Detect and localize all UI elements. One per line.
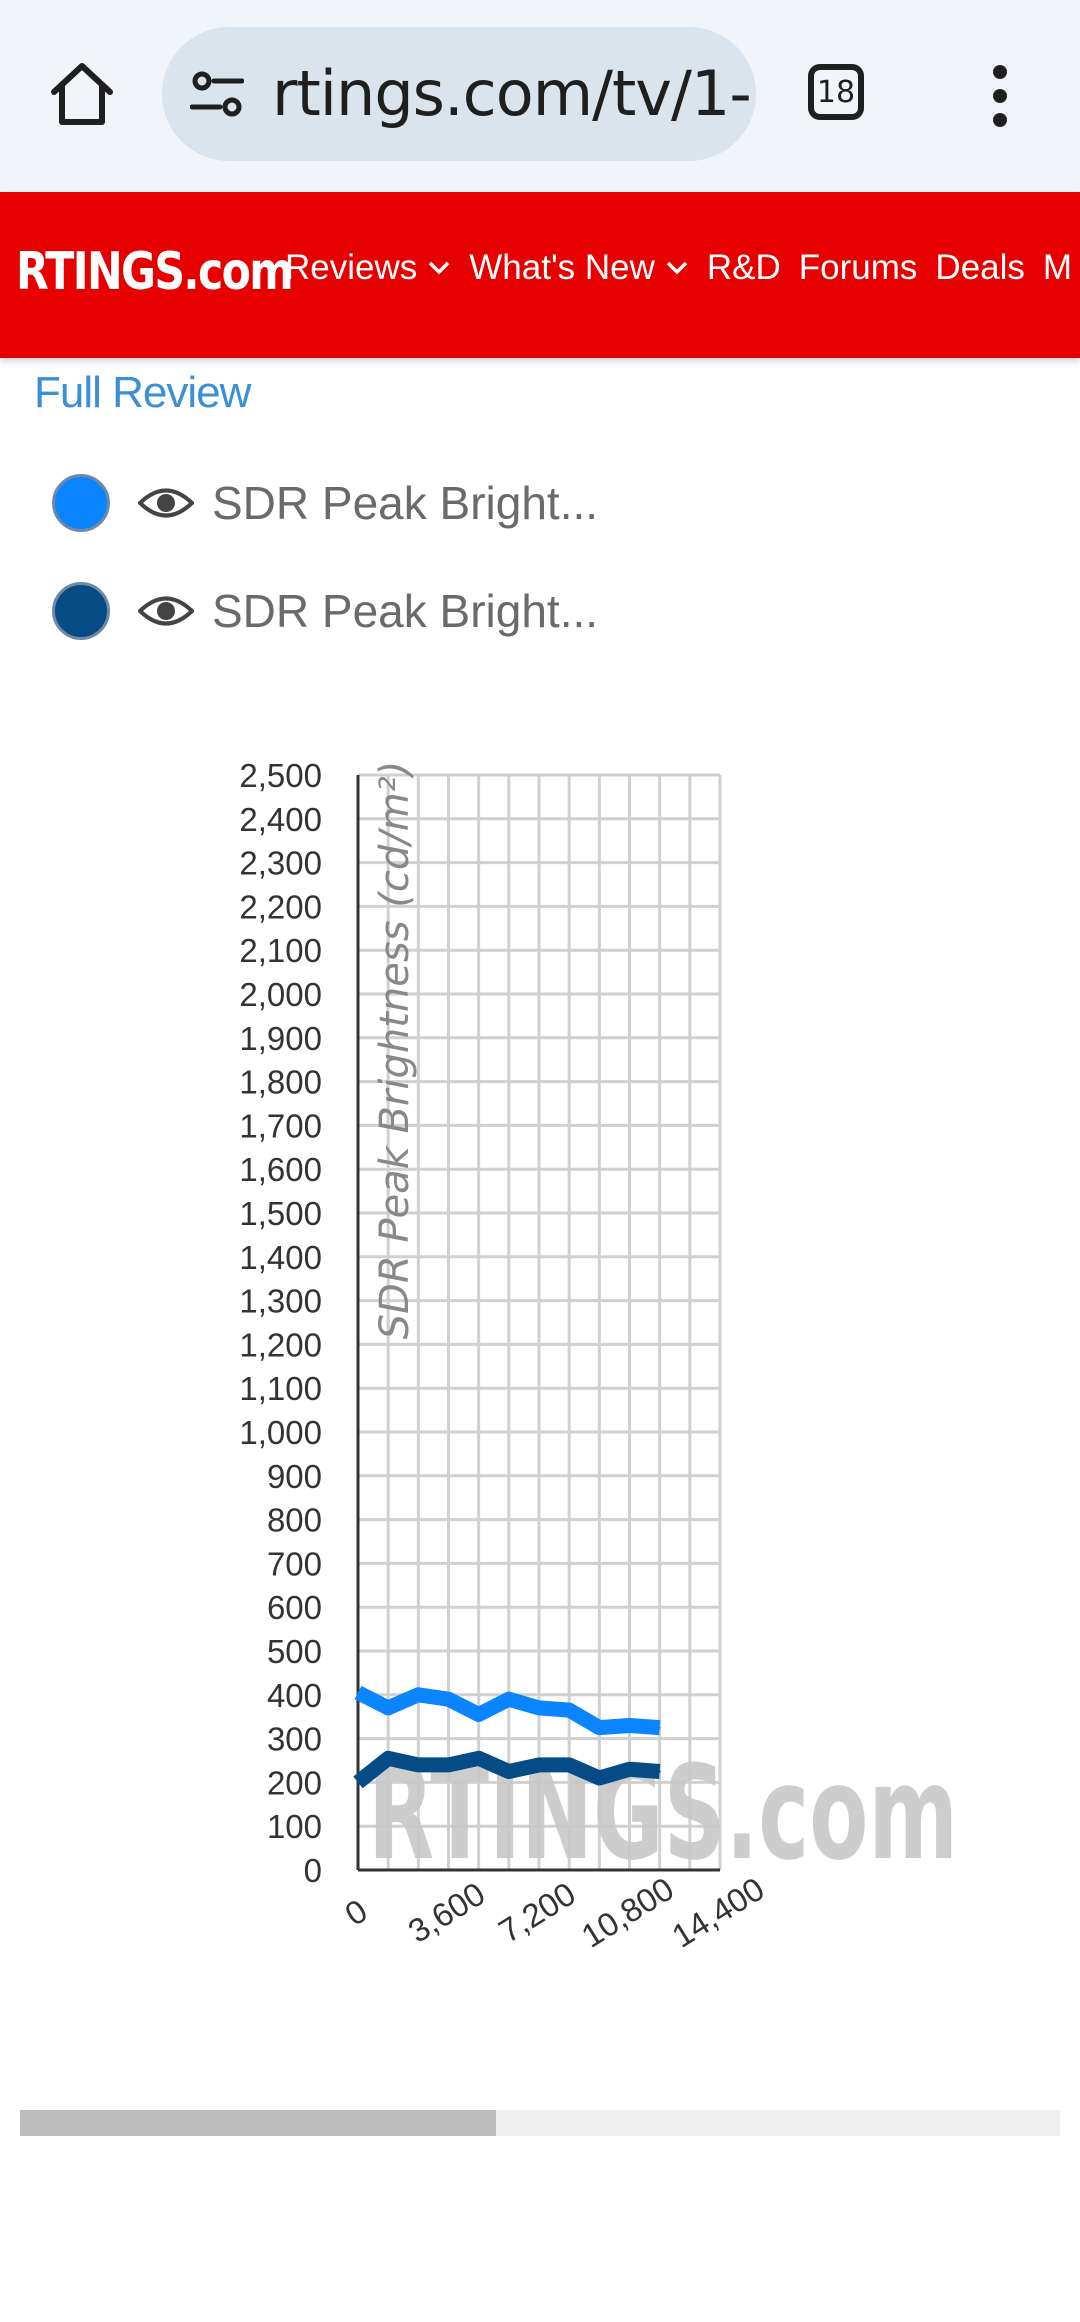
data-point [477, 1757, 480, 1760]
y-tick-label: 1,400 [239, 1239, 322, 1276]
data-point [357, 1781, 359, 1784]
y-tick-label: 1,300 [239, 1283, 322, 1320]
nav-item-label: Deals [935, 248, 1025, 287]
eye-icon[interactable] [138, 592, 194, 630]
data-point [658, 1726, 661, 1729]
url-text[interactable]: rtings.com/tv/1- [272, 57, 752, 130]
nav-item-label: Reviews [285, 248, 418, 287]
data-point [387, 1757, 390, 1760]
y-tick-label: 1,800 [239, 1064, 322, 1101]
y-tick-label: 800 [267, 1502, 322, 1539]
site-settings-icon[interactable] [190, 69, 244, 119]
legend-label: SDR Peak Bright... [212, 585, 599, 637]
legend-item[interactable]: SDR Peak Bright... [52, 580, 652, 644]
legend-color-swatch[interactable] [52, 582, 110, 640]
y-tick-label: 1,200 [239, 1326, 322, 1363]
y-tick-label: 1,700 [239, 1107, 322, 1144]
eye-icon[interactable] [138, 484, 194, 522]
x-tick-label: 0 [338, 1892, 373, 1933]
browser-toolbar: rtings.com/tv/1- 18 [0, 0, 1080, 192]
data-point [538, 1763, 540, 1766]
y-tick-label: 2,200 [239, 888, 322, 925]
data-point [417, 1693, 420, 1696]
y-tick-label: 1,500 [239, 1195, 322, 1232]
y-tick-label: 400 [267, 1677, 322, 1714]
y-tick-label: 700 [267, 1545, 322, 1582]
nav-item-deals[interactable]: Deals [935, 248, 1024, 288]
y-tick-label: 0 [304, 1852, 322, 1889]
y-tick-label: 300 [267, 1721, 322, 1758]
nav-item-more[interactable]: M [1043, 248, 1072, 288]
data-point [447, 1698, 450, 1701]
y-tick-label: 2,500 [239, 757, 322, 794]
chevron-down-icon [429, 261, 450, 275]
y-tick-label: 2,400 [239, 801, 322, 838]
data-point [658, 1770, 661, 1773]
data-point [417, 1763, 420, 1766]
y-tick-label: 1,000 [239, 1414, 322, 1451]
data-point [598, 1726, 601, 1729]
y-axis-title: SDR Peak Brightness (cd/m²) [372, 761, 418, 1340]
data-point [507, 1698, 510, 1701]
data-point [447, 1763, 450, 1766]
data-point [568, 1763, 571, 1766]
y-tick-label: 500 [267, 1633, 322, 1670]
legend-label: SDR Peak Bright... [212, 477, 599, 529]
data-point [628, 1768, 631, 1771]
y-tick-label: 100 [267, 1808, 322, 1845]
data-point [628, 1724, 631, 1727]
nav-item-label: Forums [798, 248, 918, 287]
nav-item-rd[interactable]: R&D [707, 248, 781, 288]
address-bar[interactable]: rtings.com/tv/1- [162, 27, 756, 161]
full-review-link[interactable]: Full Review [34, 368, 251, 418]
data-point [568, 1709, 571, 1712]
home-icon[interactable] [44, 56, 120, 132]
more-options-icon[interactable] [980, 62, 1020, 130]
y-tick-label: 600 [267, 1589, 322, 1626]
nav-item-forums[interactable]: Forums [799, 248, 918, 288]
chevron-down-icon [666, 261, 688, 275]
tab-count: 18 [816, 74, 856, 110]
y-tick-label: 200 [267, 1764, 322, 1801]
data-point [538, 1706, 540, 1709]
data-point [507, 1770, 510, 1773]
y-tick-label: 2,300 [239, 845, 322, 882]
main-nav: Reviews What's New R&D Forums Deals M [285, 248, 1080, 288]
y-tick-label: 900 [267, 1458, 322, 1495]
data-point [598, 1777, 601, 1780]
data-point [387, 1706, 390, 1709]
horizontal-scrollbar[interactable] [20, 2110, 1060, 2136]
nav-item-label: What's New [469, 248, 655, 287]
y-tick-label: 1,100 [239, 1370, 322, 1407]
y-tick-label: 2,000 [239, 976, 322, 1013]
data-point [357, 1691, 359, 1694]
y-tick-label: 1,900 [239, 1020, 322, 1057]
legend-item[interactable]: SDR Peak Bright... [52, 472, 652, 536]
data-point [477, 1713, 480, 1716]
scrollbar-thumb[interactable] [20, 2110, 496, 2136]
tab-switcher-button[interactable]: 18 [808, 64, 864, 120]
y-tick-label: 1,600 [239, 1151, 322, 1188]
nav-item-label: R&D [706, 248, 781, 287]
nav-item-label: M [1042, 248, 1073, 287]
legend-color-swatch[interactable] [52, 474, 110, 532]
nav-item-reviews[interactable]: Reviews [285, 248, 451, 288]
site-logo[interactable]: RTINGS.com [16, 242, 294, 302]
y-tick-label: 2,100 [239, 932, 322, 969]
brightness-chart: 0 100 200 300 400 500 600 700 800 900 1,000 1,100 1,… [239, 757, 958, 1955]
nav-item-whats-new[interactable]: What's New [469, 248, 689, 288]
site-header: RTINGS.com Reviews What's New R&D Forums… [0, 192, 1080, 358]
